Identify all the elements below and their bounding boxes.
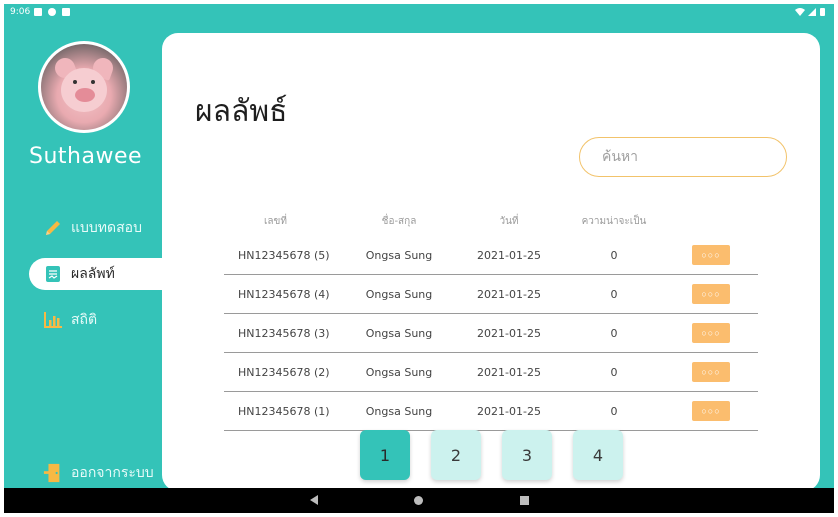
status-time: 9:06 [10, 7, 31, 17]
system-navigation-bar [4, 488, 834, 513]
cell-id: HN12345678 (3) [238, 326, 330, 340]
page-button-1[interactable]: 1 [360, 430, 410, 480]
logout-button[interactable]: ออกจากระบบ [29, 458, 169, 488]
app-notification-icon [48, 8, 56, 16]
cell-date: 2021-01-25 [477, 365, 541, 379]
table-row[interactable]: HN12345678 (3) Ongsa Sung 2021-01-25 0 ○… [224, 314, 758, 353]
cell-name: Ongsa Sung [365, 365, 433, 379]
cell-name: Ongsa Sung [365, 287, 433, 301]
sidebar-item-label: สถิติ [71, 312, 98, 328]
cell-date: 2021-01-25 [477, 287, 541, 301]
avatar [38, 41, 130, 133]
more-button[interactable]: ○○○ [692, 323, 730, 343]
cell-id: HN12345678 (2) [238, 365, 330, 379]
back-icon[interactable] [310, 495, 318, 505]
sidebar-item-label: แบบทดสอบ [71, 220, 142, 236]
sd-card-icon [62, 8, 70, 16]
status-bar: 9:06 [4, 4, 834, 20]
recent-apps-icon[interactable] [520, 496, 529, 505]
column-header-id: เลขที่ [264, 215, 287, 227]
cell-probability: 0 [610, 404, 618, 418]
more-button[interactable]: ○○○ [692, 245, 730, 265]
cell-probability: 0 [610, 287, 618, 301]
logout-label: ออกจากระบบ [71, 465, 154, 481]
cell-id: HN12345678 (5) [238, 248, 330, 262]
app-frame: 9:06 Suthawee แบบทดสอบ ผลลัพท์ สถิติ ออก… [4, 4, 834, 513]
column-header-probability: ความน่าจะเป็น [581, 215, 647, 227]
notification-icon [34, 8, 42, 16]
column-header-name: ชื่อ-สกุล [381, 215, 417, 227]
cell-date: 2021-01-25 [477, 248, 541, 262]
page-button-2[interactable]: 2 [431, 430, 481, 480]
status-indicators [794, 4, 828, 20]
cell-probability: 0 [610, 365, 618, 379]
page-button-4[interactable]: 4 [573, 430, 623, 480]
document-icon [43, 264, 63, 284]
page-button-3[interactable]: 3 [502, 430, 552, 480]
sidebar-item-label: ผลลัพท์ [71, 266, 115, 282]
cell-name: Ongsa Sung [365, 326, 433, 340]
sidebar-item-test[interactable]: แบบทดสอบ [29, 212, 164, 244]
wifi-signal-battery-icon [795, 7, 825, 16]
door-exit-icon [43, 461, 63, 485]
column-header-date: วันที่ [499, 215, 519, 227]
table-row[interactable]: HN12345678 (2) Ongsa Sung 2021-01-25 0 ○… [224, 353, 758, 392]
more-button[interactable]: ○○○ [692, 401, 730, 421]
sidebar-item-results[interactable]: ผลลัพท์ [29, 258, 169, 290]
cell-id: HN12345678 (1) [238, 404, 330, 418]
bar-chart-icon [43, 310, 63, 330]
table-row[interactable]: HN12345678 (4) Ongsa Sung 2021-01-25 0 ○… [224, 275, 758, 314]
cell-probability: 0 [610, 248, 618, 262]
more-button[interactable]: ○○○ [692, 284, 730, 304]
cell-name: Ongsa Sung [365, 404, 433, 418]
avatar-image [41, 44, 127, 130]
user-name: Suthawee [29, 144, 143, 169]
table-row[interactable]: HN12345678 (1) Ongsa Sung 2021-01-25 0 ○… [224, 392, 758, 431]
table-row[interactable]: HN12345678 (5) Ongsa Sung 2021-01-25 0 ○… [224, 236, 758, 275]
home-icon[interactable] [414, 496, 423, 505]
sidebar-item-stats[interactable]: สถิติ [29, 304, 164, 336]
search-input[interactable] [579, 137, 787, 177]
results-card: ผลลัพธ์ เลขที่ ชื่อ-สกุล วันที่ ความน่าจ… [162, 33, 820, 491]
cell-id: HN12345678 (4) [238, 287, 330, 301]
page-title: ผลลัพธ์ [195, 94, 288, 129]
cell-probability: 0 [610, 326, 618, 340]
results-table: เลขที่ ชื่อ-สกุล วันที่ ความน่าจะเป็น HN… [224, 206, 758, 431]
pagination: 1 2 3 4 [360, 430, 623, 480]
cell-name: Ongsa Sung [365, 248, 433, 262]
cell-date: 2021-01-25 [477, 404, 541, 418]
pencil-icon [43, 218, 63, 238]
table-header: เลขที่ ชื่อ-สกุล วันที่ ความน่าจะเป็น [224, 206, 758, 236]
more-button[interactable]: ○○○ [692, 362, 730, 382]
cell-date: 2021-01-25 [477, 326, 541, 340]
